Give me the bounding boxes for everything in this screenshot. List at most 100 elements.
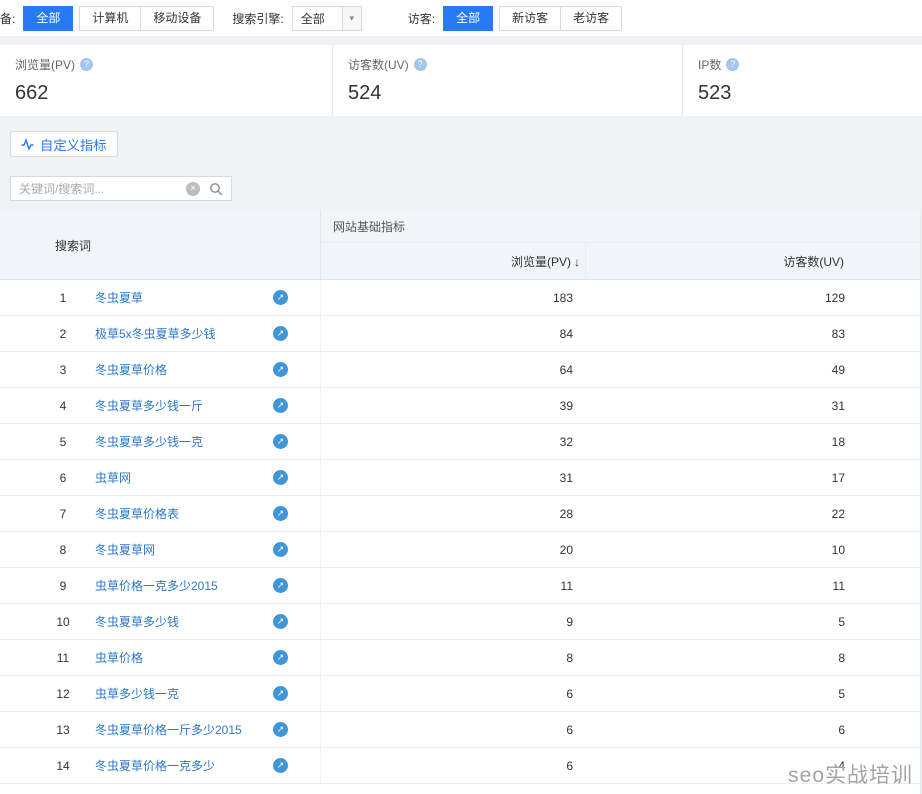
- keyword-link[interactable]: 虫草多少钱一克: [95, 676, 179, 712]
- search-icon[interactable]: [209, 182, 223, 196]
- keyword-link[interactable]: 冬虫夏草多少钱一克: [95, 424, 203, 460]
- custom-metric-label: 自定义指标: [40, 135, 107, 154]
- rank-cell: 12: [43, 676, 83, 712]
- table-row: 10 冬虫夏草多少钱 ↗ 9 5: [0, 604, 920, 640]
- visitor-filter-label: 访客:: [408, 10, 435, 27]
- keyword-link[interactable]: 虫草网: [95, 460, 131, 496]
- pv-cell: 183: [320, 280, 573, 316]
- pv-cell: 28: [320, 496, 573, 532]
- metric-group-header: 网站基础指标: [320, 210, 920, 243]
- pv-column-header[interactable]: 浏览量(PV) ↓: [320, 243, 585, 280]
- watermark-text: seo实战培训: [788, 759, 913, 789]
- keyword-source-icon[interactable]: ↗: [273, 362, 288, 377]
- uv-cell: 8: [585, 640, 845, 676]
- keyword-source-icon[interactable]: ↗: [273, 578, 288, 593]
- keyword-source-icon[interactable]: ↗: [273, 686, 288, 701]
- keyword-link[interactable]: 虫草价格一克多少2015: [95, 568, 218, 604]
- custom-metric-button[interactable]: 自定义指标: [10, 131, 118, 157]
- keyword-source-icon[interactable]: ↗: [273, 614, 288, 629]
- info-icon[interactable]: ?: [80, 58, 93, 71]
- keyword-link[interactable]: 冬虫夏草多少钱: [95, 604, 179, 640]
- rank-cell: 3: [43, 352, 83, 388]
- keyword-link[interactable]: 虫草价格: [95, 640, 143, 676]
- keyword-source-icon[interactable]: ↗: [273, 290, 288, 305]
- uv-column-header[interactable]: 访客数(UV): [585, 243, 920, 280]
- metric-pulse-icon: [21, 138, 34, 151]
- rank-cell: 13: [43, 712, 83, 748]
- keyword-link[interactable]: 冬虫夏草价格一克多少: [95, 748, 215, 784]
- device-option-pc[interactable]: 计算机: [79, 6, 141, 31]
- keyword-source-icon[interactable]: ↗: [273, 398, 288, 413]
- device-option-group: 计算机 移动设备: [79, 6, 214, 31]
- keyword-source-icon[interactable]: ↗: [273, 650, 288, 665]
- pv-cell: 64: [320, 352, 573, 388]
- stat-pv-value: 662: [15, 82, 332, 105]
- uv-cell: 83: [585, 316, 845, 352]
- rank-cell: 11: [43, 640, 83, 676]
- table-row: 3 冬虫夏草价格 ↗ 64 49: [0, 352, 920, 388]
- table-row: 6 虫草网 ↗ 31 17: [0, 460, 920, 496]
- rank-cell: 7: [43, 496, 83, 532]
- keyword-search-input[interactable]: 关键词/搜索词... ×: [10, 176, 232, 201]
- rank-cell: 10: [43, 604, 83, 640]
- table-row: 9 虫草价格一克多少2015 ↗ 11 11: [0, 568, 920, 604]
- keyword-link[interactable]: 极草5x冬虫夏草多少钱: [95, 316, 216, 352]
- keyword-source-icon[interactable]: ↗: [273, 434, 288, 449]
- keyword-source-icon[interactable]: ↗: [273, 758, 288, 773]
- uv-cell: 5: [585, 604, 845, 640]
- visitor-option-returning[interactable]: 老访客: [560, 6, 622, 31]
- visitor-option-all[interactable]: 全部: [443, 6, 493, 31]
- pv-cell: 84: [320, 316, 573, 352]
- engine-select-value: 全部: [293, 10, 342, 27]
- pv-cell: 11: [320, 568, 573, 604]
- table-row: 13 冬虫夏草价格一斤多少2015 ↗ 6 6: [0, 712, 920, 748]
- keyword-link[interactable]: 冬虫夏草价格表: [95, 496, 179, 532]
- uv-cell: 49: [585, 352, 845, 388]
- stat-pv: 浏览量(PV) ? 662: [0, 45, 332, 116]
- keyword-source-icon[interactable]: ↗: [273, 722, 288, 737]
- uv-cell: 6: [585, 712, 845, 748]
- stats-panel: 浏览量(PV) ? 662 访客数(UV) ? 524 IP数 ? 523: [0, 45, 922, 116]
- chevron-down-icon: ▾: [342, 7, 361, 30]
- table-row: 2 极草5x冬虫夏草多少钱 ↗ 84 83: [0, 316, 920, 352]
- clear-icon[interactable]: ×: [186, 182, 200, 196]
- rank-cell: 9: [43, 568, 83, 604]
- info-icon[interactable]: ?: [726, 58, 739, 71]
- keyword-source-icon[interactable]: ↗: [273, 506, 288, 521]
- table-row: 4 冬虫夏草多少钱一斤 ↗ 39 31: [0, 388, 920, 424]
- stat-uv: 访客数(UV) ? 524: [332, 45, 682, 116]
- stat-pv-label: 浏览量(PV): [15, 56, 75, 73]
- rank-cell: 6: [43, 460, 83, 496]
- device-option-all[interactable]: 全部: [23, 6, 73, 31]
- pv-cell: 6: [320, 712, 573, 748]
- table-row: 5 冬虫夏草多少钱一克 ↗ 32 18: [0, 424, 920, 460]
- pv-cell: 39: [320, 388, 573, 424]
- keyword-source-icon[interactable]: ↗: [273, 326, 288, 341]
- keyword-link[interactable]: 冬虫夏草价格一斤多少2015: [95, 712, 242, 748]
- uv-cell: 129: [585, 280, 845, 316]
- device-option-mobile[interactable]: 移动设备: [140, 6, 214, 31]
- keyword-link[interactable]: 冬虫夏草多少钱一斤: [95, 388, 203, 424]
- rank-cell: 8: [43, 532, 83, 568]
- keyword-link[interactable]: 冬虫夏草: [95, 280, 143, 316]
- visitor-option-group: 新访客 老访客: [499, 6, 622, 31]
- pv-cell: 8: [320, 640, 573, 676]
- pv-cell: 20: [320, 532, 573, 568]
- uv-cell: 10: [585, 532, 845, 568]
- keyword-source-icon[interactable]: ↗: [273, 542, 288, 557]
- rank-cell: 4: [43, 388, 83, 424]
- keyword-link[interactable]: 冬虫夏草网: [95, 532, 155, 568]
- stat-ip-label: IP数: [698, 56, 721, 73]
- uv-cell: 17: [585, 460, 845, 496]
- sort-desc-icon[interactable]: ↓: [574, 255, 580, 269]
- engine-select[interactable]: 全部 ▾: [292, 6, 362, 31]
- keyword-source-icon[interactable]: ↗: [273, 470, 288, 485]
- info-icon[interactable]: ?: [414, 58, 427, 71]
- table-row: 14 冬虫夏草价格一克多少 ↗ 6 4: [0, 748, 920, 784]
- keyword-column-header: 搜索词: [55, 210, 91, 280]
- keyword-link[interactable]: 冬虫夏草价格: [95, 352, 167, 388]
- stat-ip-value: 523: [698, 82, 922, 105]
- rank-cell: 5: [43, 424, 83, 460]
- pv-cell: 6: [320, 676, 573, 712]
- visitor-option-new[interactable]: 新访客: [499, 6, 561, 31]
